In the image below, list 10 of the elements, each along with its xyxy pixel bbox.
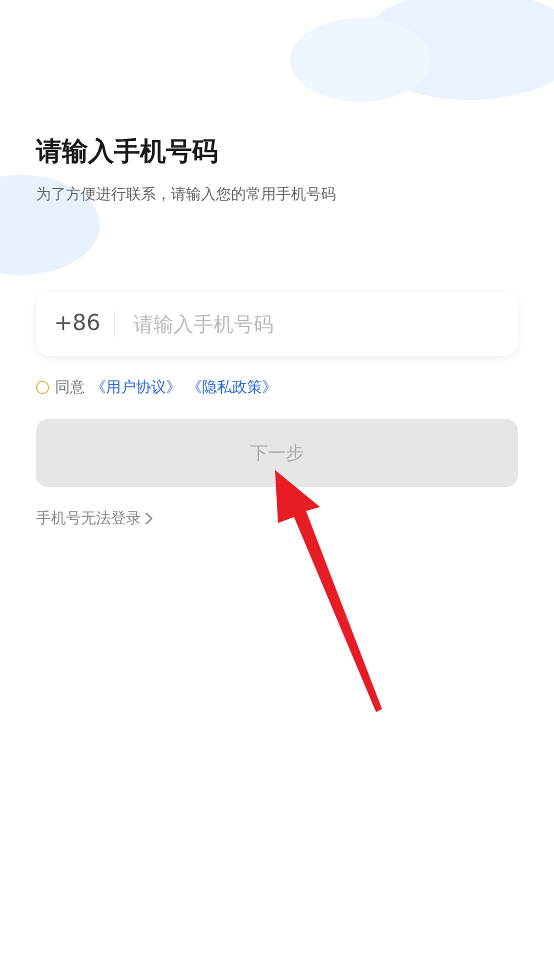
subtitle: 为了方便进行联系，请输入您的常用手机号码 <box>36 185 337 204</box>
policy-link[interactable]: 《用户协议》 <box>91 378 181 397</box>
policy-link[interactable]: 《隐私政策》 <box>187 378 277 397</box>
chevron-icon <box>145 512 153 525</box>
agree-text: 同意 <box>55 378 85 397</box>
agree-radio[interactable] <box>36 381 49 394</box>
country-code[interactable]: +86 <box>54 311 116 337</box>
page-title: 请输入手机号码 <box>36 136 219 169</box>
phone-input[interactable]: 请输入手机号码 <box>131 311 500 337</box>
help-link[interactable]: 手机号无法登录 <box>36 509 153 528</box>
